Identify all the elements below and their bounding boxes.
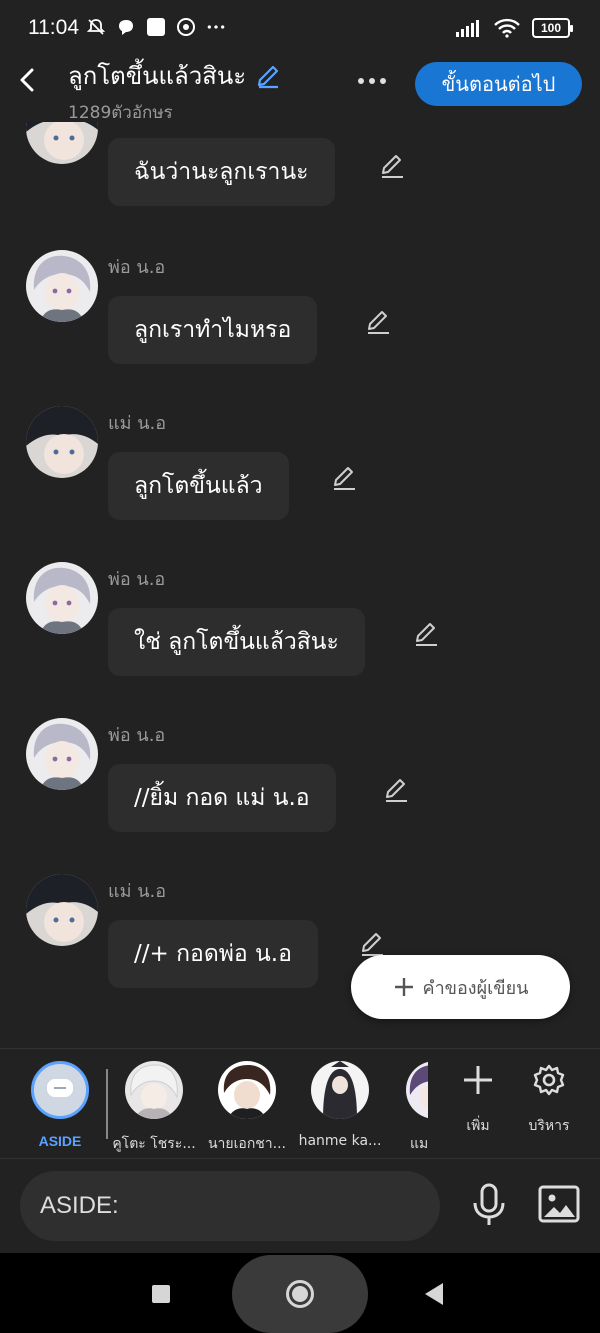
sender-name: แม่ น.อ (108, 881, 167, 902)
chrome-icon (177, 18, 195, 36)
manage-label: บริหาร (528, 1118, 570, 1134)
plus-icon (464, 1066, 492, 1094)
mute-icon (86, 19, 106, 35)
aside-label: ASIDE (38, 1133, 82, 1149)
message-bubble[interactable]: ใช่ ลูกโตขึ้นแล้วสินะ (108, 608, 365, 676)
edit-pencil-icon[interactable] (330, 464, 358, 492)
avatar[interactable] (26, 874, 98, 946)
author-note-label: คำของผู้เขียน (422, 977, 529, 999)
aside-avatar (31, 1061, 89, 1119)
next-step-button[interactable]: ขั้นตอนต่อไป (415, 62, 582, 106)
edit-pencil-icon[interactable] (378, 152, 406, 180)
status-icons-left (86, 17, 226, 37)
edit-pencil-icon[interactable] (412, 620, 440, 648)
add-label: เพิ่ม (466, 1118, 490, 1134)
message-item: พ่อ น.อ //ยิ้ม กอด แม่ น.อ (0, 718, 600, 858)
status-icons-right: 100 (456, 18, 573, 38)
wifi-icon (494, 18, 520, 38)
status-time: 11:04 (28, 16, 79, 39)
character-item[interactable]: นายเอกชา... (202, 1061, 292, 1155)
input-bar: ASIDE: (0, 1158, 600, 1253)
story-title-row[interactable]: ลูกโตขึ้นแล้วสินะ (68, 56, 282, 95)
sender-name: แม่ น.อ (108, 413, 167, 434)
avatar[interactable] (26, 718, 98, 790)
message-item: แม่ น.อ ลูกโตขึ้นแล้ว (0, 406, 600, 546)
character-bar: ASIDE คูโตะ โชระ... นายเอกชา... hanme ka… (0, 1048, 600, 1158)
plus-icon (394, 978, 413, 996)
more-dots-icon (207, 25, 225, 29)
message-bubble[interactable]: //+ กอดพ่อ น.อ (108, 920, 318, 988)
message-item: พ่อ น.อ ลูกเราทำไมหรอ (0, 250, 600, 390)
message-item: พ่อ น.อ ใช่ ลูกโตขึ้นแล้วสินะ (0, 562, 600, 702)
title-block: ลูกโตขึ้นแล้วสินะ 1289ตัวอักษร (68, 56, 282, 126)
speech-bubble-icon (47, 1079, 73, 1097)
character-item[interactable]: hanme ka... (295, 1061, 385, 1149)
manage-characters-button[interactable]: บริหาร (519, 1063, 579, 1137)
sender-name: พ่อ น.อ (108, 725, 166, 746)
character-name: นายเอกชา... (207, 1136, 287, 1152)
image-icon[interactable] (538, 1185, 580, 1223)
character-name: แม (410, 1136, 428, 1152)
message-item: ฉันว่านะลูกเรานะ (0, 122, 600, 216)
avatar (311, 1061, 369, 1119)
avatar[interactable] (26, 562, 98, 634)
avatar (406, 1061, 428, 1119)
story-title[interactable]: ลูกโตขึ้นแล้วสินะ (68, 56, 246, 95)
home-button[interactable] (232, 1255, 368, 1333)
character-item[interactable]: คูโตะ โชระ... (109, 1061, 199, 1155)
message-input[interactable]: ASIDE: (20, 1171, 440, 1241)
signal-icon (456, 20, 479, 37)
sender-name: พ่อ น.อ (108, 257, 166, 278)
microphone-icon[interactable] (470, 1183, 508, 1227)
square-app-icon (147, 18, 165, 36)
divider (106, 1069, 108, 1139)
home-circle-icon (286, 1280, 314, 1308)
app-header: ลูกโตขึ้นแล้วสินะ 1289ตัวอักษร ขั้นตอนต่… (0, 56, 600, 123)
avatar (218, 1061, 276, 1119)
avatar[interactable] (26, 406, 98, 478)
sender-name: พ่อ น.อ (108, 569, 166, 590)
system-back-icon[interactable] (425, 1283, 443, 1305)
chat-area: ฉันว่านะลูกเรานะ พ่อ น.อ ลูกเราทำไมหรอ แ… (0, 122, 600, 1048)
avatar[interactable] (26, 122, 98, 164)
battery-icon: 100 (532, 18, 573, 38)
edit-pencil-icon[interactable] (364, 308, 392, 336)
avatar (125, 1061, 183, 1119)
edit-pencil-icon[interactable] (382, 776, 410, 804)
message-bubble[interactable]: ฉันว่านะลูกเรานะ (108, 138, 335, 206)
system-nav-bar (0, 1253, 600, 1333)
edit-pencil-icon[interactable] (358, 930, 386, 958)
avatar[interactable] (26, 250, 98, 322)
status-bar: 11:04 100 (0, 0, 600, 56)
more-options-icon[interactable] (352, 66, 392, 96)
gear-icon (533, 1064, 565, 1096)
back-arrow-icon[interactable] (14, 66, 42, 94)
recents-icon[interactable] (152, 1285, 170, 1303)
add-character-button[interactable]: เพิ่ม (448, 1063, 508, 1137)
character-name: hanme ka... (298, 1133, 382, 1149)
message-bubble[interactable]: ลูกโตขึ้นแล้ว (108, 452, 289, 520)
character-aside[interactable]: ASIDE (15, 1061, 105, 1149)
author-note-button[interactable]: คำของผู้เขียน (351, 955, 570, 1019)
message-bubble[interactable]: //ยิ้ม กอด แม่ น.อ (108, 764, 336, 832)
edit-title-pencil-icon[interactable] (254, 62, 282, 90)
character-name: คูโตะ โชระ... (112, 1136, 196, 1152)
message-bubble[interactable]: ลูกเราทำไมหรอ (108, 296, 318, 364)
chat-bubble-icon (119, 20, 133, 35)
character-item[interactable]: แม (388, 1061, 428, 1155)
